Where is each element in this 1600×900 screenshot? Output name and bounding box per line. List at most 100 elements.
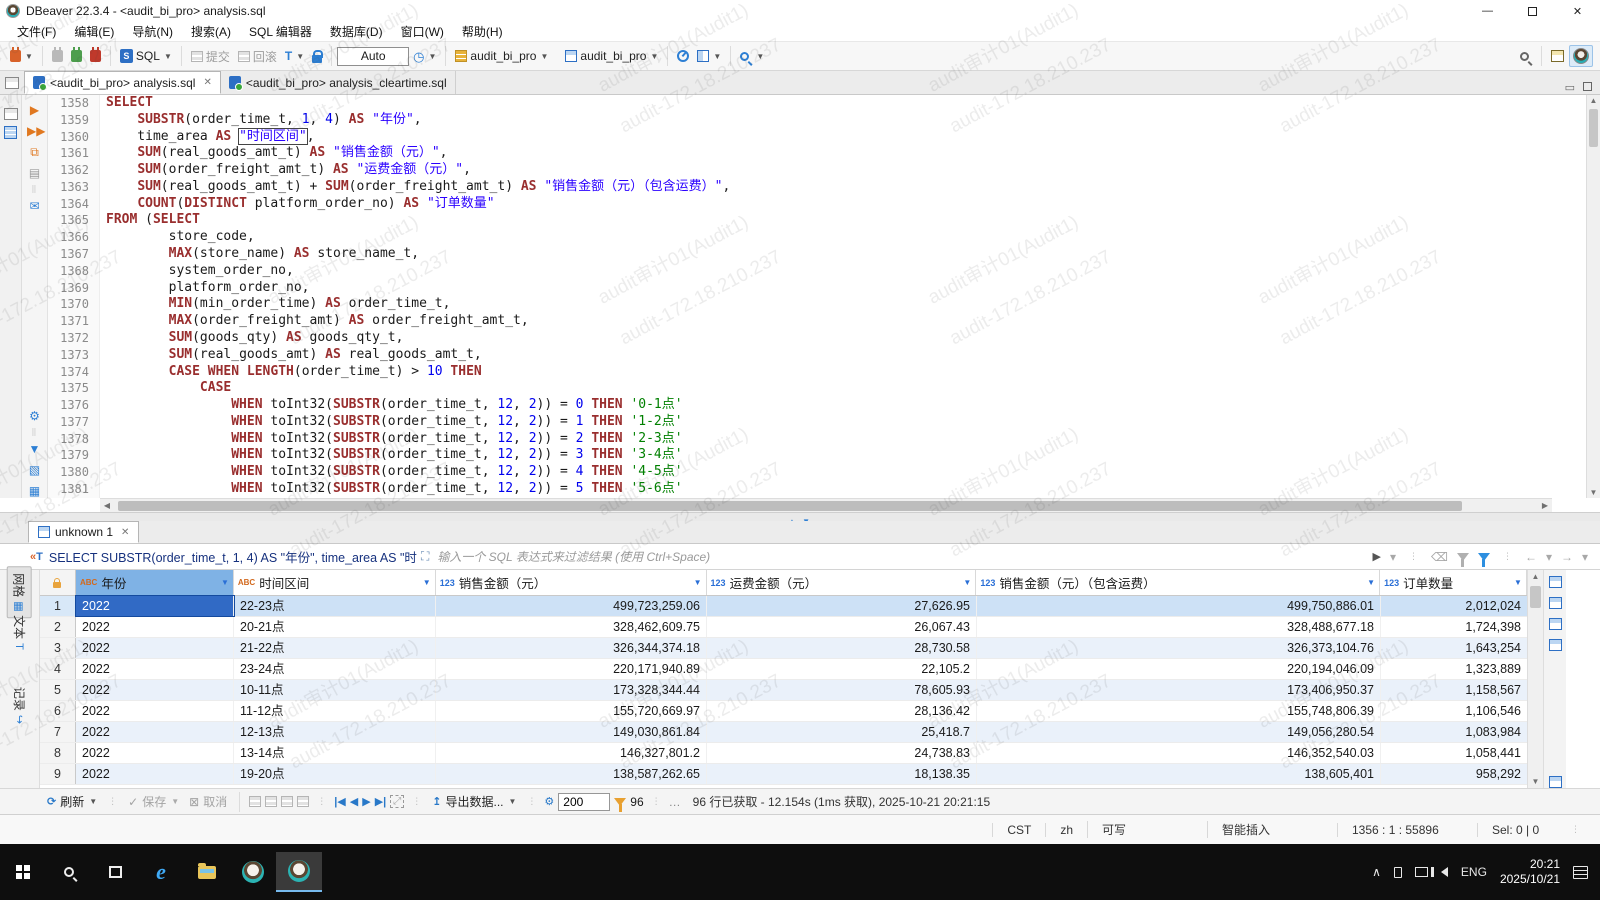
panel-more-icon[interactable] xyxy=(1549,776,1562,788)
minimize-button[interactable]: — xyxy=(1465,0,1510,22)
export-data-button[interactable]: ↥导出数据...▼ xyxy=(429,792,519,811)
table-cell[interactable]: 2022 xyxy=(76,659,234,679)
panel-references-icon[interactable] xyxy=(1549,618,1562,630)
code-line[interactable]: 1380 WHEN toInt32(SUBSTR(order_time_t, 1… xyxy=(48,464,1586,481)
editor-tab[interactable]: <audit_bi_pro> analysis.sql✕ xyxy=(24,71,221,94)
menu-item[interactable]: 数据库(D) xyxy=(321,21,392,42)
maximize-button[interactable] xyxy=(1510,0,1555,22)
code-line[interactable]: 1373 SUM(real_goods_amt) AS real_goods_a… xyxy=(48,347,1586,364)
code-line[interactable]: 1371 MAX(order_freight_amt) AS order_fre… xyxy=(48,313,1586,330)
table-cell[interactable]: 499,723,259.06 xyxy=(436,596,707,616)
quick-search-button[interactable] xyxy=(1517,50,1535,63)
task-view-button[interactable] xyxy=(92,852,138,892)
apply-filter-icon[interactable]: ▶ xyxy=(1372,550,1380,563)
lock-button[interactable] xyxy=(309,48,325,65)
script-file-icon[interactable]: ▧ xyxy=(27,463,42,477)
disconnect-button[interactable] xyxy=(87,48,104,64)
code-line[interactable]: 1372 SUM(goods_qty) AS goods_qty_t, xyxy=(48,330,1586,347)
table-cell[interactable]: 149,030,861.84 xyxy=(436,722,707,742)
table-cell[interactable]: 2022 xyxy=(76,596,234,616)
table-cell[interactable]: 1,083,984 xyxy=(1381,722,1528,742)
last-row-icon[interactable]: ▶| xyxy=(375,795,387,808)
goto-row-icon[interactable]: ⤢ xyxy=(390,795,404,808)
erase-filter-icon[interactable]: ⌫ xyxy=(1431,550,1448,564)
column-header[interactable]: 123销售金额（元）▼ xyxy=(436,570,707,595)
database-navigator-icon[interactable] xyxy=(4,126,17,139)
table-row[interactable]: 9202219-20点138,587,262.6518,138.35138,60… xyxy=(40,764,1527,785)
menu-item[interactable]: 文件(F) xyxy=(8,21,65,42)
network-tray-icon[interactable] xyxy=(1415,867,1428,877)
row-number[interactable]: 3 xyxy=(40,638,76,658)
rollback-button[interactable]: 回滚 xyxy=(235,46,280,67)
code-area[interactable]: 1358SELECT1359 SUBSTR(order_time_t, 1, 4… xyxy=(48,95,1586,498)
table-cell[interactable]: 326,373,104.76 xyxy=(977,638,1381,658)
table-cell[interactable]: 22,105.2 xyxy=(707,659,977,679)
table-cell[interactable]: 28,730.58 xyxy=(707,638,977,658)
add-row-icon[interactable] xyxy=(249,796,261,807)
filter-input[interactable]: 输入一个 SQL 表达式来过滤结果 (使用 Ctrl+Space) xyxy=(437,548,1360,565)
dbeaver-taskbar-button[interactable] xyxy=(230,852,276,892)
language-indicator[interactable]: zh xyxy=(1045,823,1087,837)
table-cell[interactable]: 138,605,401 xyxy=(977,764,1381,784)
code-line[interactable]: 1370 MIN(min_order_time) AS order_time_t… xyxy=(48,296,1586,313)
forward-chevron-icon[interactable]: ▾ xyxy=(1582,550,1588,564)
schema-combo[interactable]: audit_bi_pro▼ xyxy=(562,47,661,65)
taskbar-clock[interactable]: 20:21 2025/10/21 xyxy=(1500,857,1560,887)
column-filter-arrow-icon[interactable]: ▼ xyxy=(221,578,229,587)
tx-filter-button[interactable]: T▼ xyxy=(282,47,307,65)
table-cell[interactable]: 27,626.95 xyxy=(707,596,977,616)
dashboard-button[interactable] xyxy=(674,48,692,64)
back-arrow-icon[interactable]: ← xyxy=(1525,550,1537,564)
table-cell[interactable]: 1,643,254 xyxy=(1381,638,1528,658)
row-number[interactable]: 4 xyxy=(40,659,76,679)
connect-button[interactable] xyxy=(49,48,66,64)
grid-settings-gear-icon[interactable]: ⚙ xyxy=(544,795,554,808)
table-cell[interactable]: 28,136.42 xyxy=(707,701,977,721)
menu-item[interactable]: 窗口(W) xyxy=(392,21,453,42)
code-line[interactable]: 1362 SUM(order_freight_amt_t) AS "运费金额（元… xyxy=(48,162,1586,179)
table-cell[interactable]: 958,292 xyxy=(1381,764,1528,784)
table-row[interactable]: 3202221-22点326,344,374.1828,730.58326,37… xyxy=(40,638,1527,659)
restore-view-icon[interactable] xyxy=(4,108,18,120)
row-number[interactable]: 8 xyxy=(40,743,76,763)
code-line[interactable]: 1365FROM (SELECT xyxy=(48,212,1586,229)
minimize-view-icon[interactable]: ▭ xyxy=(1565,81,1575,94)
code-line[interactable]: 1368 system_order_no, xyxy=(48,263,1586,280)
table-cell[interactable]: 499,750,886.01 xyxy=(977,596,1381,616)
delete-row-icon[interactable] xyxy=(281,796,293,807)
start-button[interactable] xyxy=(0,852,46,892)
code-line[interactable]: 1358SELECT xyxy=(48,95,1586,112)
export-result-icon[interactable]: ✉ xyxy=(27,199,42,213)
table-cell[interactable]: 146,352,540.03 xyxy=(977,743,1381,763)
taskbar-search-button[interactable] xyxy=(46,852,92,892)
compare-button[interactable]: ▼ xyxy=(694,48,724,64)
code-line[interactable]: 1375 CASE xyxy=(48,380,1586,397)
table-cell[interactable]: 1,058,441 xyxy=(1381,743,1528,763)
code-line[interactable]: 1363 SUM(real_goods_amt_t) + SUM(order_f… xyxy=(48,179,1586,196)
editor-horizontal-scrollbar[interactable]: ◀ ▶ xyxy=(100,498,1552,512)
execute-new-tab-icon[interactable]: ⧉ xyxy=(27,145,42,159)
cancel-button[interactable]: ⊠取消 xyxy=(186,792,230,811)
forward-arrow-icon[interactable]: → xyxy=(1561,550,1573,564)
row-number[interactable]: 6 xyxy=(40,701,76,721)
table-row[interactable]: 8202213-14点146,327,801.224,738.83146,352… xyxy=(40,743,1527,764)
insert-mode-indicator[interactable]: 智能插入 xyxy=(1207,821,1337,838)
code-line[interactable]: 1359 SUBSTR(order_time_t, 1, 4) AS "年份", xyxy=(48,112,1586,129)
code-line[interactable]: 1374 CASE WHEN LENGTH(order_time_t) > 10… xyxy=(48,364,1586,381)
save-filter-icon[interactable] xyxy=(1457,553,1469,561)
code-line[interactable]: 1378 WHEN toInt32(SUBSTR(order_time_t, 1… xyxy=(48,431,1586,448)
table-cell[interactable]: 20-21点 xyxy=(234,617,436,637)
row-number[interactable]: 5 xyxy=(40,680,76,700)
input-language-indicator[interactable]: ENG xyxy=(1461,865,1487,879)
expand-filter-icon[interactable]: ⛶ xyxy=(421,549,429,564)
table-cell[interactable]: 173,328,344.44 xyxy=(436,680,707,700)
script-grid-icon[interactable]: ▦ xyxy=(27,484,42,498)
column-header[interactable]: ABC年份▼ xyxy=(76,570,234,595)
table-cell[interactable]: 78,605.93 xyxy=(707,680,977,700)
code-line[interactable]: 1360 time_area AS "时间区间", xyxy=(48,129,1586,146)
code-line[interactable]: 1361 SUM(real_goods_amt_t) AS "销售金额（元）", xyxy=(48,145,1586,162)
table-cell[interactable]: 1,106,546 xyxy=(1381,701,1528,721)
row-number[interactable]: 2 xyxy=(40,617,76,637)
duplicate-row-icon[interactable] xyxy=(265,796,277,807)
menu-item[interactable]: 导航(N) xyxy=(123,21,182,42)
